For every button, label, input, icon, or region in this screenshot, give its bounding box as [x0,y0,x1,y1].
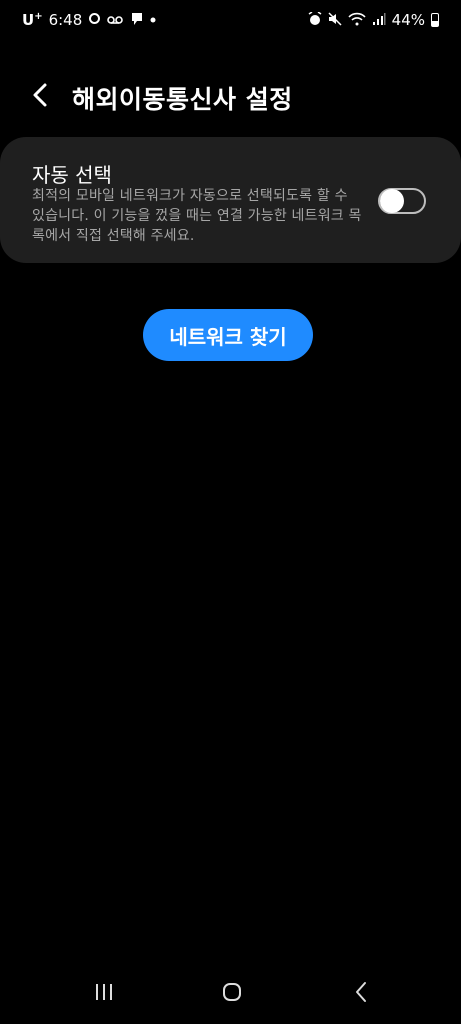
signal-icon [372,12,386,29]
toggle-knob [380,189,404,213]
auto-select-description: 최적의 모바일 네트워크가 자동으로 선택되도록 할 수 있습니다. 이 기능을… [32,188,362,244]
dot-icon [149,14,157,27]
status-bar: U+ 6:48 44% [0,0,461,40]
wifi-icon [348,12,366,29]
mute-icon [328,11,342,29]
back-button[interactable] [28,80,54,110]
app-bar: 해외이동통신사 설정 [0,70,461,122]
clock: 6:48 [48,11,83,29]
battery-percent: 44% [391,11,425,29]
home-button[interactable] [222,982,242,1002]
find-network-button[interactable]: 네트워크 찾기 [143,309,313,361]
sync-icon [88,12,101,28]
back-icon [356,982,366,1002]
recent-apps-icon [96,984,112,1000]
chevron-left-icon [33,83,47,107]
home-icon [223,983,241,1001]
carrier-label: U+ [22,11,43,29]
auto-select-card[interactable]: 자동 선택 최적의 모바일 네트워크가 자동으로 선택되도록 할 수 있습니다.… [0,137,461,263]
navigation-bar [0,960,461,1024]
nav-back-button[interactable] [354,980,368,1004]
message-icon [131,12,143,29]
alarm-icon [308,10,322,29]
auto-select-title: 자동 선택 [32,163,112,187]
auto-select-toggle[interactable] [378,188,426,214]
page-title: 해외이동통신사 설정 [72,85,293,114]
battery-icon [431,13,439,27]
status-left: U+ 6:48 [22,11,157,29]
voicemail-icon [107,13,125,28]
status-right: 44% [308,10,439,29]
recent-apps-button[interactable] [94,982,114,1002]
